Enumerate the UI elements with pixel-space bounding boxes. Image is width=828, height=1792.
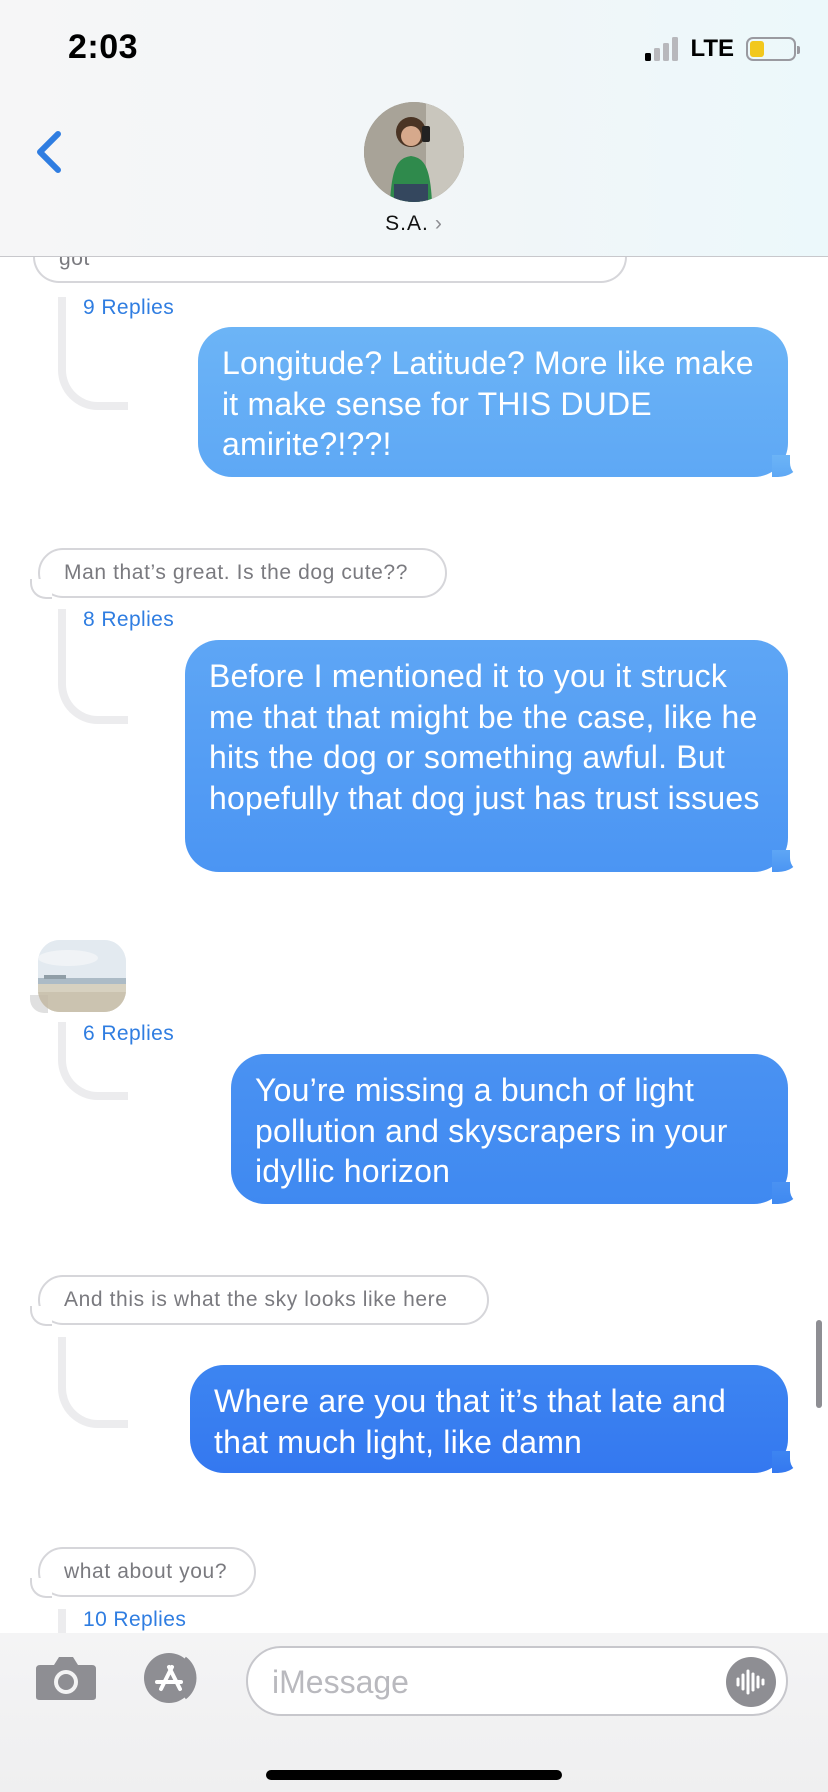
contact-name-label: S.A.	[385, 212, 429, 235]
message-text: Man that’s great. Is the dog cute??	[64, 561, 408, 584]
replies-link[interactable]: 8 Replies	[83, 608, 174, 632]
contact-name[interactable]: S.A. ›	[0, 212, 828, 236]
outgoing-message[interactable]: Before I mentioned it to you it struck m…	[185, 640, 810, 872]
incoming-message[interactable]: what about you?	[30, 1547, 256, 1598]
contact-avatar[interactable]	[364, 102, 464, 202]
beach-horizon-photo[interactable]	[38, 940, 126, 1012]
chevron-left-icon[interactable]	[30, 128, 70, 176]
reply-thread-line	[58, 1337, 128, 1428]
conversation-header: 2:03 LTE S.A. ›	[0, 0, 828, 257]
message-text: what about you?	[64, 1560, 228, 1583]
message-thread[interactable]: got 9 Replies Longitude? Latitude? More …	[0, 257, 828, 1633]
replies-link[interactable]: 6 Replies	[83, 1022, 174, 1046]
outgoing-message[interactable]: Longitude? Latitude? More like make it m…	[198, 327, 810, 477]
outgoing-message[interactable]: You’re missing a bunch of light pollutio…	[231, 1054, 810, 1204]
message-text: Longitude? Latitude? More like make it m…	[222, 345, 754, 462]
message-text: Before I mentioned it to you it struck m…	[209, 658, 760, 816]
message-text: Where are you that it’s that late and th…	[214, 1383, 726, 1460]
message-text: And this is what the sky looks like here	[64, 1288, 448, 1311]
network-type: LTE	[690, 35, 734, 62]
replies-link[interactable]: 9 Replies	[83, 296, 174, 320]
incoming-message[interactable]: Man that’s great. Is the dog cute??	[30, 548, 447, 599]
replies-link[interactable]: 10 Replies	[83, 1608, 186, 1632]
camera-icon[interactable]	[34, 1653, 98, 1701]
outgoing-message[interactable]: Where are you that it’s that late and th…	[190, 1365, 810, 1473]
incoming-message-partial[interactable]: got	[33, 257, 627, 283]
message-text: got	[59, 257, 90, 270]
cellular-signal-icon	[645, 37, 679, 61]
message-field[interactable]	[246, 1646, 788, 1716]
audio-waveform-icon[interactable]	[726, 1657, 776, 1707]
home-indicator[interactable]	[266, 1770, 562, 1780]
message-input[interactable]	[272, 1660, 692, 1704]
chevron-right-icon: ›	[434, 212, 443, 235]
status-time: 2:03	[68, 28, 139, 66]
incoming-message[interactable]: And this is what the sky looks like here	[30, 1275, 489, 1326]
scroll-indicator[interactable]	[816, 1320, 822, 1408]
message-text: You’re missing a bunch of light pollutio…	[255, 1072, 728, 1189]
app-store-icon[interactable]	[139, 1651, 211, 1705]
status-indicators: LTE	[645, 34, 800, 64]
battery-icon	[746, 37, 800, 61]
message-input-bar	[0, 1633, 828, 1792]
